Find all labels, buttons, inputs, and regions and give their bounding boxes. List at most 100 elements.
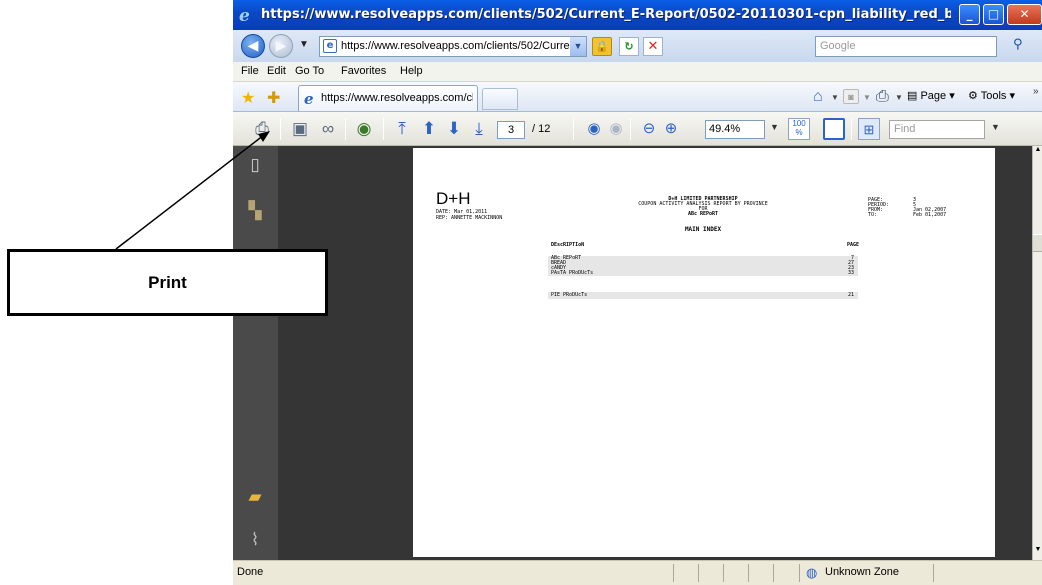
doc-to-value: Feb 01,2007 <box>913 212 947 218</box>
status-divider <box>773 564 774 582</box>
menu-help[interactable]: Help <box>400 65 423 77</box>
add-favorite-icon[interactable]: ✚ <box>267 88 280 108</box>
feeds-icon[interactable]: ◙ <box>843 89 859 104</box>
page-menu-label: Page <box>920 90 947 102</box>
minimize-button[interactable]: _ <box>959 4 980 25</box>
find-input[interactable]: Find <box>889 120 985 139</box>
status-divider <box>933 564 934 582</box>
fit-page-icon[interactable] <box>823 118 845 140</box>
collaborate-icon[interactable]: ◉ <box>353 118 375 140</box>
status-bar: Done ◍ Unknown Zone <box>233 560 1042 585</box>
actual-size-icon[interactable]: 100% <box>788 118 810 140</box>
menu-bar: File Edit Go To Favorites Help <box>233 62 1042 82</box>
forward-arrow-icon: ▶ <box>275 38 287 54</box>
find-dropdown-icon[interactable]: ▼ <box>991 122 1000 132</box>
previous-view-icon[interactable]: ◉ <box>583 118 605 140</box>
previous-page-icon[interactable]: ⬆ <box>418 118 440 140</box>
screenshot: e https://www.resolveapps.com/clients/50… <box>0 0 1042 585</box>
status-divider <box>698 564 699 582</box>
feeds-dropdown-icon[interactable]: ▼ <box>863 93 871 102</box>
doc-column-page: PAGE <box>847 242 860 248</box>
pdf-page: D+H DATE: Mar 01,2011 REP: ANNETTE MACKI… <box>413 148 995 557</box>
next-view-icon[interactable]: ◉ <box>605 118 627 140</box>
window-title: https://www.resolveapps.com/clients/502/… <box>261 7 951 22</box>
doc-logo: D+H <box>436 189 471 208</box>
scroll-down-icon[interactable]: ▼ <box>1033 546 1042 560</box>
print-dropdown-icon[interactable]: ▼ <box>895 93 903 102</box>
status-divider <box>799 564 800 582</box>
search-placeholder: Google <box>820 40 856 52</box>
menu-favorites[interactable]: Favorites <box>341 65 386 77</box>
security-zone: Unknown Zone <box>825 566 899 578</box>
last-page-icon[interactable]: ⤓ <box>468 118 490 140</box>
page-count: / 12 <box>532 123 551 135</box>
search-icon[interactable]: ⚲ <box>1013 37 1035 56</box>
annotation-label: Print <box>148 273 187 292</box>
ie-logo-icon: e <box>304 90 314 108</box>
page-number-input[interactable]: 3 <box>497 121 525 139</box>
zoom-in-icon[interactable]: ⊕ <box>660 118 682 140</box>
maximize-button[interactable]: □ <box>983 4 1004 25</box>
stop-icon[interactable]: ✕ <box>643 37 663 56</box>
annotation-callout: Print <box>7 249 328 316</box>
address-url[interactable]: https://www.resolveapps.com/clients/502/… <box>341 40 571 52</box>
tab-active[interactable]: e https://www.resolveapps.com/clients/50… <box>298 85 478 111</box>
comments-icon[interactable]: ▰ <box>244 486 266 508</box>
back-button[interactable]: ◀ <box>241 34 265 58</box>
address-input[interactable]: e https://www.resolveapps.com/clients/50… <box>319 36 587 57</box>
print-icon[interactable]: ⎙ <box>251 118 273 140</box>
forward-button[interactable]: ▶ <box>269 34 293 58</box>
bookmarks-icon[interactable]: ▚ <box>244 200 266 222</box>
search-input[interactable]: Google <box>815 36 997 57</box>
zoom-input[interactable]: 49.4% <box>705 120 765 139</box>
refresh-icon[interactable]: ↻ <box>619 37 639 56</box>
toolbar-divider <box>383 118 384 140</box>
address-dropdown-icon[interactable]: ▼ <box>570 37 586 56</box>
menu-go-to[interactable]: Go To <box>295 65 324 77</box>
doc-index-rows: ABc REPoRT 7 BREAD 27 cANDY 23 PAsTA PRo… <box>548 256 858 276</box>
save-icon[interactable]: ▣ <box>289 118 311 140</box>
row-description: PAsTA PRoDUcTs <box>551 270 594 276</box>
page-icon: e <box>323 39 337 53</box>
vertical-scrollbar[interactable]: ▲ ▼ <box>1032 146 1042 560</box>
pdf-document-area[interactable]: D+H DATE: Mar 01,2011 REP: ANNETTE MACKI… <box>278 146 1032 560</box>
row-page: 21 <box>847 292 854 298</box>
menu-file[interactable]: File <box>241 65 259 77</box>
tools-menu-label: Tools <box>980 90 1007 102</box>
page-menu-button[interactable]: ▤ Page ▾ <box>907 89 955 102</box>
toolbar-divider <box>573 118 574 140</box>
lock-icon[interactable]: 🔒 <box>592 37 612 56</box>
new-tab-button[interactable] <box>482 88 518 110</box>
browser-window: e https://www.resolveapps.com/clients/50… <box>233 0 1042 585</box>
scrollbar-thumb[interactable] <box>1033 234 1042 252</box>
doc-column-description: DEscRIPTIoN <box>551 242 585 248</box>
zoom-out-icon[interactable]: ⊖ <box>638 118 660 140</box>
attachment-paperclip-icon[interactable]: ⌇ <box>244 529 266 551</box>
doc-index-row: PIE PRoDUcTs 21 <box>548 292 858 299</box>
favorites-star-icon[interactable]: ★ <box>241 88 255 108</box>
fit-width-icon[interactable]: ⊞ <box>858 118 880 140</box>
doc-subtitle: ABc REPoRT <box>687 211 719 217</box>
next-page-icon[interactable]: ⬇ <box>443 118 465 140</box>
print-command-icon[interactable]: ⎙ <box>876 88 889 106</box>
ie-logo-icon: e <box>239 6 250 26</box>
toolbar-divider <box>851 118 852 140</box>
scroll-up-icon[interactable]: ▲ <box>1033 146 1042 160</box>
zoom-dropdown-icon[interactable]: ▼ <box>770 122 779 132</box>
pdf-navigation-pane: ▯ ▚ ▰ ⌇ <box>233 146 278 560</box>
home-icon[interactable]: ⌂ <box>813 88 823 106</box>
close-button[interactable]: ✕ <box>1007 4 1042 25</box>
pages-icon[interactable]: ▯ <box>244 154 266 176</box>
chevron-more-icon[interactable]: » <box>1033 86 1039 97</box>
find-binoculars-icon[interactable]: ∞ <box>317 118 339 140</box>
row-description: PIE PRoDUcTs <box>551 292 588 298</box>
home-dropdown-icon[interactable]: ▼ <box>831 93 839 102</box>
internet-zone-icon: ◍ <box>806 565 818 580</box>
tools-menu-button[interactable]: ⚙ Tools ▾ <box>968 89 1015 102</box>
first-page-icon[interactable]: ⤒ <box>391 118 413 140</box>
menu-edit[interactable]: Edit <box>267 65 286 77</box>
tab-label: https://www.resolveapps.com/clients/502/… <box>321 92 473 104</box>
row-page: 33 <box>847 270 854 276</box>
tab-bar: ★ ✚ e https://www.resolveapps.com/client… <box>233 82 1042 112</box>
recent-pages-dropdown-icon[interactable]: ▼ <box>299 39 309 50</box>
